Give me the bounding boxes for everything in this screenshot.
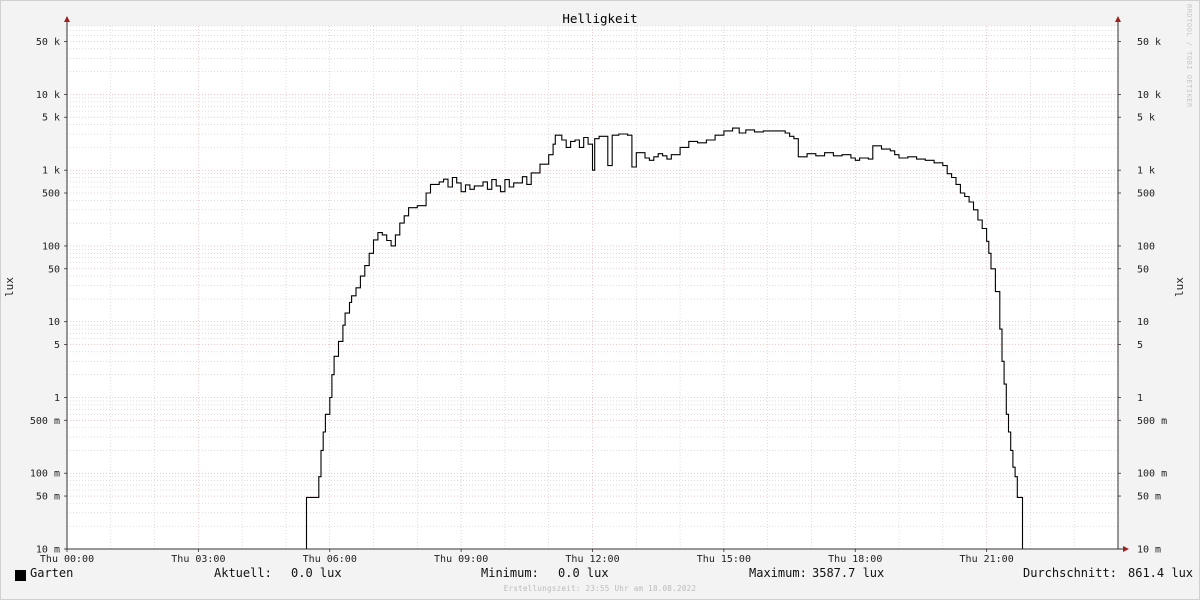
y-tick-label-right: 10 k bbox=[1137, 90, 1161, 101]
y-axis-label-left: lux bbox=[3, 277, 16, 297]
y-tick-label-left: 50 k bbox=[36, 37, 60, 48]
legend-swatch bbox=[15, 570, 26, 581]
x-tick-label: Thu 12:00 bbox=[565, 554, 619, 565]
y-tick-label-right: 10 m bbox=[1137, 545, 1161, 556]
y-tick-label-left: 10 k bbox=[36, 90, 60, 101]
y-ticks-right: 50 k 10 k 5 k 1 k 500 100 50 10 5 1 500 m 100 m 50 m… bbox=[1137, 37, 1167, 556]
y-tick-label-left: 500 m bbox=[30, 416, 60, 427]
y-tick-label-right: 500 m bbox=[1137, 416, 1167, 427]
y-tick-label-right: 100 bbox=[1137, 241, 1155, 252]
average-value: 861.4 lux bbox=[1128, 566, 1194, 580]
y-tick-label-right: 1 k bbox=[1137, 166, 1155, 177]
y-tick-label-left: 100 m bbox=[30, 469, 60, 480]
x-ticks: Thu 00:00 Thu 03:00 Thu 06:00 Thu 09:00 Thu … bbox=[40, 554, 1014, 565]
y-tick-label-right: 500 bbox=[1137, 188, 1155, 199]
x-axis-arrow bbox=[1123, 546, 1129, 552]
y-tick-label-right: 10 bbox=[1137, 317, 1149, 328]
y-tick-label-left: 1 bbox=[54, 393, 60, 404]
maximum-value: 3587.7 lux bbox=[812, 566, 885, 580]
y-tick-label-right: 50 m bbox=[1137, 492, 1161, 503]
x-tick-label: Thu 09:00 bbox=[434, 554, 488, 565]
y-ticks-left: 50 k 10 k 5 k 1 k 500 100 50 10 5 1 500 m 100 m 50 m… bbox=[30, 37, 60, 556]
y-axis-right-arrow bbox=[1115, 16, 1121, 22]
average-label: Durchschnitt: bbox=[1023, 566, 1117, 580]
creation-timestamp: Erstellungszeit: 23:55 Uhr am 18.08.2022 bbox=[503, 584, 697, 593]
minimum-label: Minimum: bbox=[481, 566, 539, 580]
y-tick-label-left: 50 m bbox=[36, 492, 60, 503]
x-tick-label: Thu 03:00 bbox=[171, 554, 225, 565]
x-tick-label: Thu 00:00 bbox=[40, 554, 94, 565]
minimum-value: 0.0 lux bbox=[558, 566, 609, 580]
x-tick-label: Thu 15:00 bbox=[697, 554, 751, 565]
y-tick-label-left: 5 bbox=[54, 340, 60, 351]
y-axis-left-arrow bbox=[64, 16, 70, 22]
y-tick-label-left: 1 k bbox=[42, 166, 60, 177]
y-tick-label-right: 5 k bbox=[1137, 113, 1155, 124]
x-tick-label: Thu 06:00 bbox=[303, 554, 357, 565]
maximum-label: Maximum: bbox=[749, 566, 807, 580]
y-tick-label-right: 5 bbox=[1137, 340, 1143, 351]
lux-chart: 50 k 10 k 5 k 1 k 500 100 50 10 5 1 500 m 100 m 50 m… bbox=[3, 4, 1193, 565]
y-tick-label-left: 10 bbox=[48, 317, 60, 328]
current-label: Aktuell: bbox=[214, 566, 272, 580]
y-tick-label-right: 50 bbox=[1137, 264, 1149, 275]
watermark: RRDTOOL / TOBI OETIKER bbox=[1185, 4, 1193, 108]
chart-title: Helligkeit bbox=[562, 11, 637, 26]
y-tick-label-left: 500 bbox=[42, 188, 60, 199]
x-tick-label: Thu 21:00 bbox=[960, 554, 1014, 565]
y-tick-label-right: 1 bbox=[1137, 393, 1143, 404]
y-axis-label-right: lux bbox=[1173, 277, 1186, 297]
legend-series-name: Garten bbox=[30, 566, 74, 580]
legend: Garten Aktuell: 0.0 lux Minimum: 0.0 lux… bbox=[0, 566, 1200, 584]
y-tick-label-left: 100 bbox=[42, 241, 60, 252]
current-value: 0.0 lux bbox=[291, 566, 342, 580]
y-tick-label-right: 100 m bbox=[1137, 469, 1167, 480]
y-tick-label-right: 50 k bbox=[1137, 37, 1161, 48]
x-tick-label: Thu 18:00 bbox=[828, 554, 882, 565]
y-tick-label-left: 50 bbox=[48, 264, 60, 275]
y-tick-label-left: 5 k bbox=[42, 113, 60, 124]
